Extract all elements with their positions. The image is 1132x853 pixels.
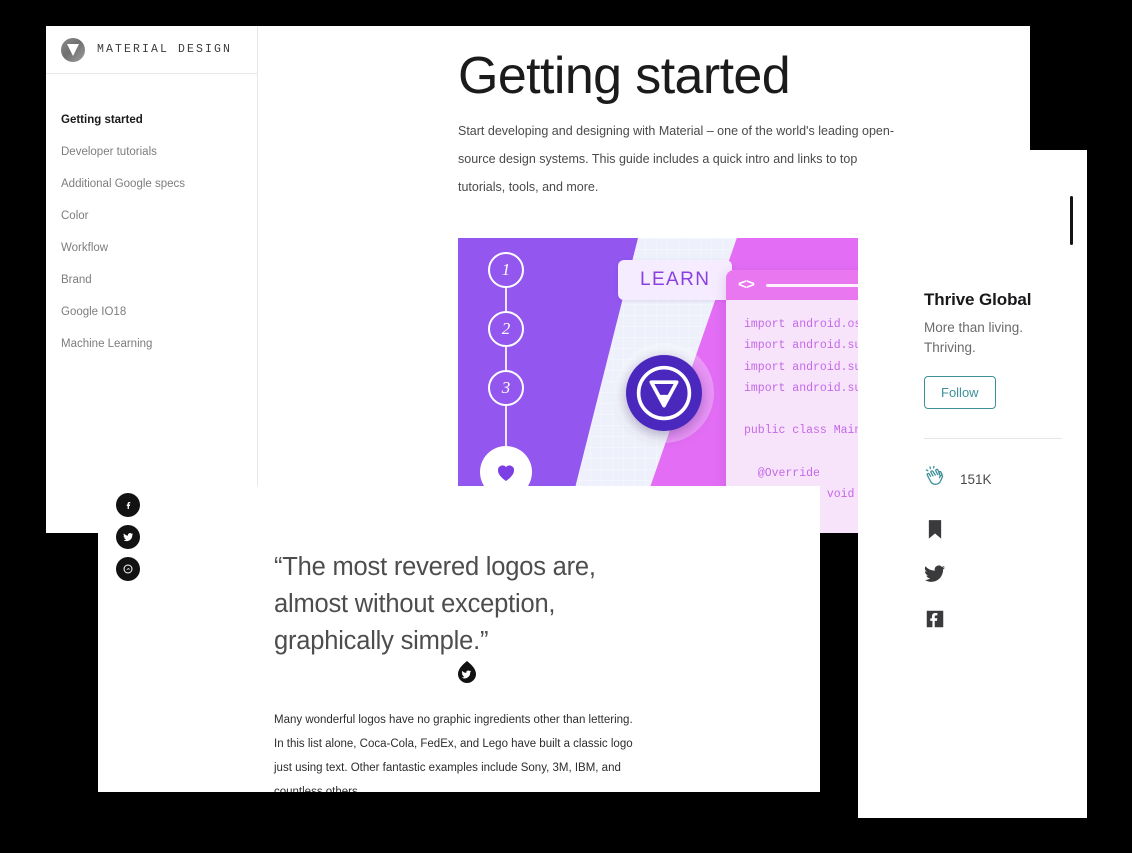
twitter-icon[interactable] <box>924 561 948 587</box>
publication-title: Thrive Global <box>924 290 1032 309</box>
share-twitter-button[interactable] <box>116 525 140 549</box>
sidebar-item-developer-tutorials[interactable]: Developer tutorials <box>46 136 257 168</box>
thrive-panel-body: Thrive Global More than living. Thriving… <box>858 150 1087 632</box>
sidebar-item-additional-google-specs[interactable]: Additional Google specs <box>46 168 257 200</box>
sidebar-nav-list: Getting started Developer tutorials Addi… <box>46 74 257 360</box>
bookmark-icon[interactable] <box>924 516 948 542</box>
share-rail <box>116 493 140 581</box>
learn-chip: LEARN <box>618 260 733 300</box>
publication-tagline: More than living. Thriving. <box>924 320 1024 355</box>
sidebar-item-workflow[interactable]: Workflow <box>46 232 257 264</box>
stepper-node-2: 2 <box>488 311 524 347</box>
sidebar-item-brand[interactable]: Brand <box>46 264 257 296</box>
facebook-icon[interactable] <box>924 606 948 632</box>
quote-card: “The most revered logos are, almost with… <box>98 486 820 792</box>
brand-name: MATERIAL DESIGN <box>97 43 233 56</box>
sidebar: MATERIAL DESIGN Getting started Develope… <box>46 26 258 533</box>
stepper-node-1: 1 <box>488 252 524 288</box>
clap-row[interactable]: 151K <box>924 465 1087 494</box>
page-title: Getting started <box>458 47 791 105</box>
sidebar-item-google-io18[interactable]: Google IO18 <box>46 296 257 328</box>
intro-paragraph: Start developing and designing with Mate… <box>458 124 901 195</box>
pull-quote: “The most revered logos are, almost with… <box>274 553 596 655</box>
sidebar-item-getting-started[interactable]: Getting started <box>46 104 257 136</box>
material-m-logo-icon <box>614 343 714 443</box>
screenshot-stage: MATERIAL DESIGN Getting started Develope… <box>0 0 1132 853</box>
quote-body-paragraph: Many wonderful logos have no graphic ing… <box>274 714 633 792</box>
divider <box>924 438 1062 440</box>
sidebar-item-machine-learning[interactable]: Machine Learning <box>46 328 257 360</box>
share-facebook-button[interactable] <box>116 493 140 517</box>
clap-count: 151K <box>960 472 992 488</box>
stepper-node-3: 3 <box>488 370 524 406</box>
code-brackets-icon: <> <box>738 276 755 294</box>
scrollbar-thumb[interactable] <box>1070 196 1073 245</box>
share-link-button[interactable] <box>116 557 140 581</box>
brand-row[interactable]: MATERIAL DESIGN <box>46 26 257 74</box>
clap-icon <box>924 465 948 494</box>
thrive-global-panel: Thrive Global More than living. Thriving… <box>858 150 1087 818</box>
sidebar-item-color[interactable]: Color <box>46 200 257 232</box>
tweet-marker-icon[interactable] <box>456 661 478 687</box>
follow-button[interactable]: Follow <box>924 376 996 410</box>
material-design-logo-icon <box>61 37 85 62</box>
